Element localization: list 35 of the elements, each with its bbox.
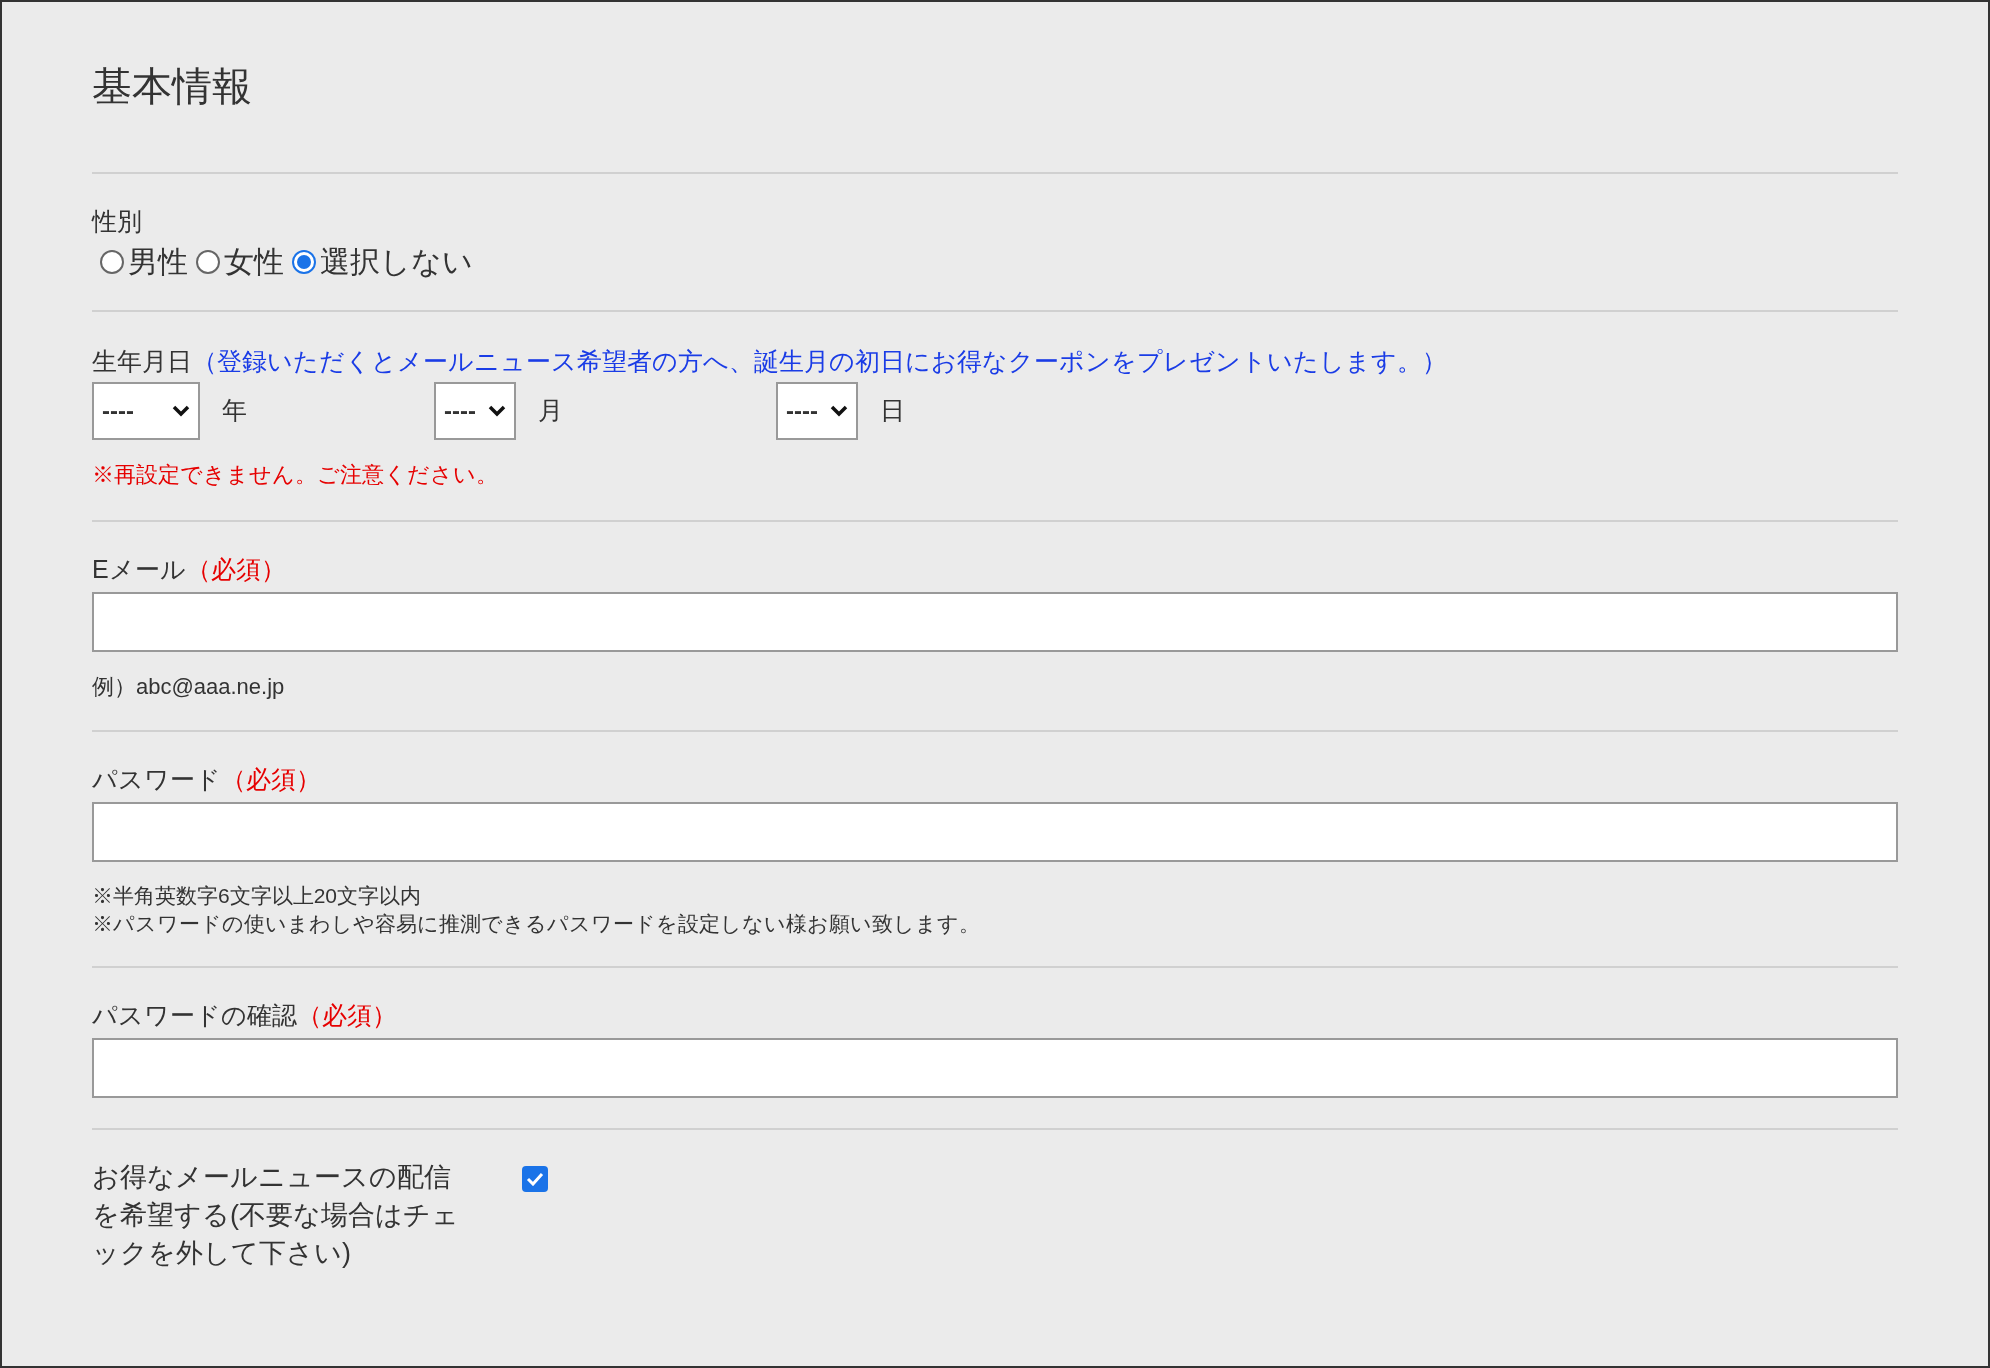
chevron-down-icon — [172, 405, 190, 417]
radio-label[interactable]: 女性 — [224, 242, 284, 282]
dropdown-select[interactable]: ---- — [434, 382, 516, 440]
text-input[interactable] — [92, 802, 1898, 862]
unit-label: 年 — [222, 395, 247, 427]
field-label: パスワード — [92, 764, 221, 795]
radio-button[interactable] — [196, 250, 220, 274]
unit-label: 日 — [880, 395, 905, 427]
text-input[interactable] — [92, 1038, 1898, 1098]
field-label: 性別 — [92, 206, 143, 237]
required-label: （必須） — [221, 764, 321, 795]
info-note: （登録いただくとメールニュース希望者の方へ、誕生月の初日にお得なクーポンをプレゼントいたします。） — [192, 346, 1447, 377]
text-input[interactable] — [92, 592, 1898, 652]
section-title: 基本情報 — [92, 63, 253, 110]
radio-label[interactable]: 男性 — [128, 242, 188, 282]
chevron-down-icon — [830, 405, 848, 417]
required-label: （必須） — [185, 554, 286, 585]
required-label: （必須） — [297, 1000, 397, 1031]
warning-text: ※再設定できません。ご注意ください。 — [92, 461, 499, 489]
radio-label[interactable]: 選択しない — [320, 242, 473, 282]
hint-text: ※半角英数字6文字以上20文字以内 — [92, 883, 423, 909]
hint-text: 例）abc@aaa.ne.jp — [92, 673, 286, 701]
dropdown-select[interactable]: ---- — [776, 382, 858, 440]
checkbox-label: お得なメールニュースの配信を希望する(不要な場合はチェックを外して下さい) — [92, 1161, 460, 1270]
field-label: 生年月日 — [92, 346, 192, 377]
chevron-down-icon — [488, 405, 506, 417]
field-label: Eメール — [92, 554, 186, 585]
field-label: パスワードの確認 — [92, 1000, 297, 1031]
hint-text: ※パスワードの使いまわしや容易に推測できるパスワードを設定しない様お願い致します。 — [92, 911, 981, 937]
checkmark-icon — [526, 1172, 544, 1186]
radio-button[interactable] — [100, 250, 124, 274]
checkbox[interactable] — [522, 1166, 548, 1192]
unit-label: 月 — [538, 395, 563, 427]
radio-button[interactable] — [292, 250, 316, 274]
dropdown-select[interactable]: ---- — [92, 382, 200, 440]
